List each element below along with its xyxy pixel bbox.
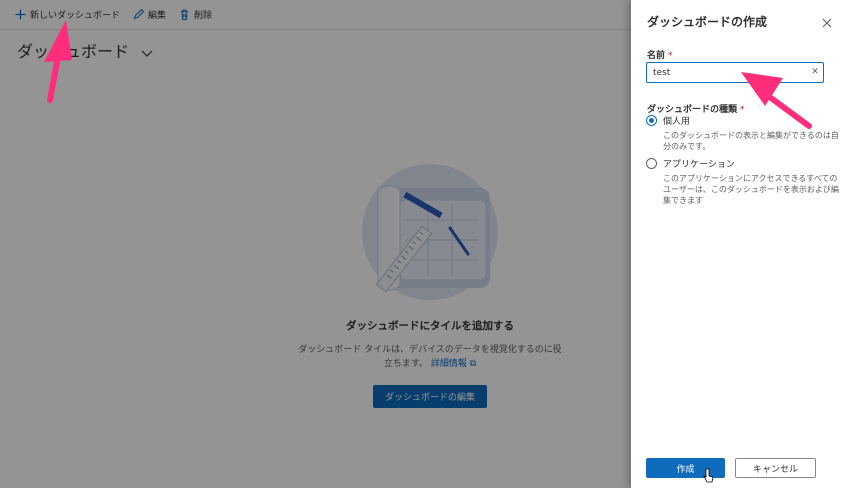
radio-personal-label: 個人用 (663, 117, 691, 127)
radio-application-label: アプリケーション (663, 160, 735, 170)
modal-overlay[interactable] (0, 0, 631, 488)
radio-unselected-icon (646, 158, 657, 169)
radio-personal[interactable]: 個人用 (646, 114, 690, 127)
mouse-cursor-icon (703, 468, 714, 483)
panel-title: ダッシュボードの作成 (647, 15, 768, 29)
radio-application-description: このアプリケーションにアクセスできるすべてのユーザーは、このダッシュボードを表示… (663, 174, 839, 205)
cancel-button[interactable]: キャンセル (735, 458, 816, 478)
annotation-arrow-icon (741, 72, 812, 129)
radio-application[interactable]: アプリケーション (646, 157, 735, 170)
annotation-arrow-icon (44, 20, 72, 103)
name-label-text: 名前 (647, 51, 666, 61)
radio-personal-description: このダッシュボードの表示と編集ができるのは自分のみです。 (663, 131, 839, 151)
required-marker: * (668, 51, 673, 61)
radio-selected-icon (646, 115, 657, 126)
name-field-label: 名前 * (647, 48, 673, 61)
close-icon[interactable] (821, 14, 833, 28)
